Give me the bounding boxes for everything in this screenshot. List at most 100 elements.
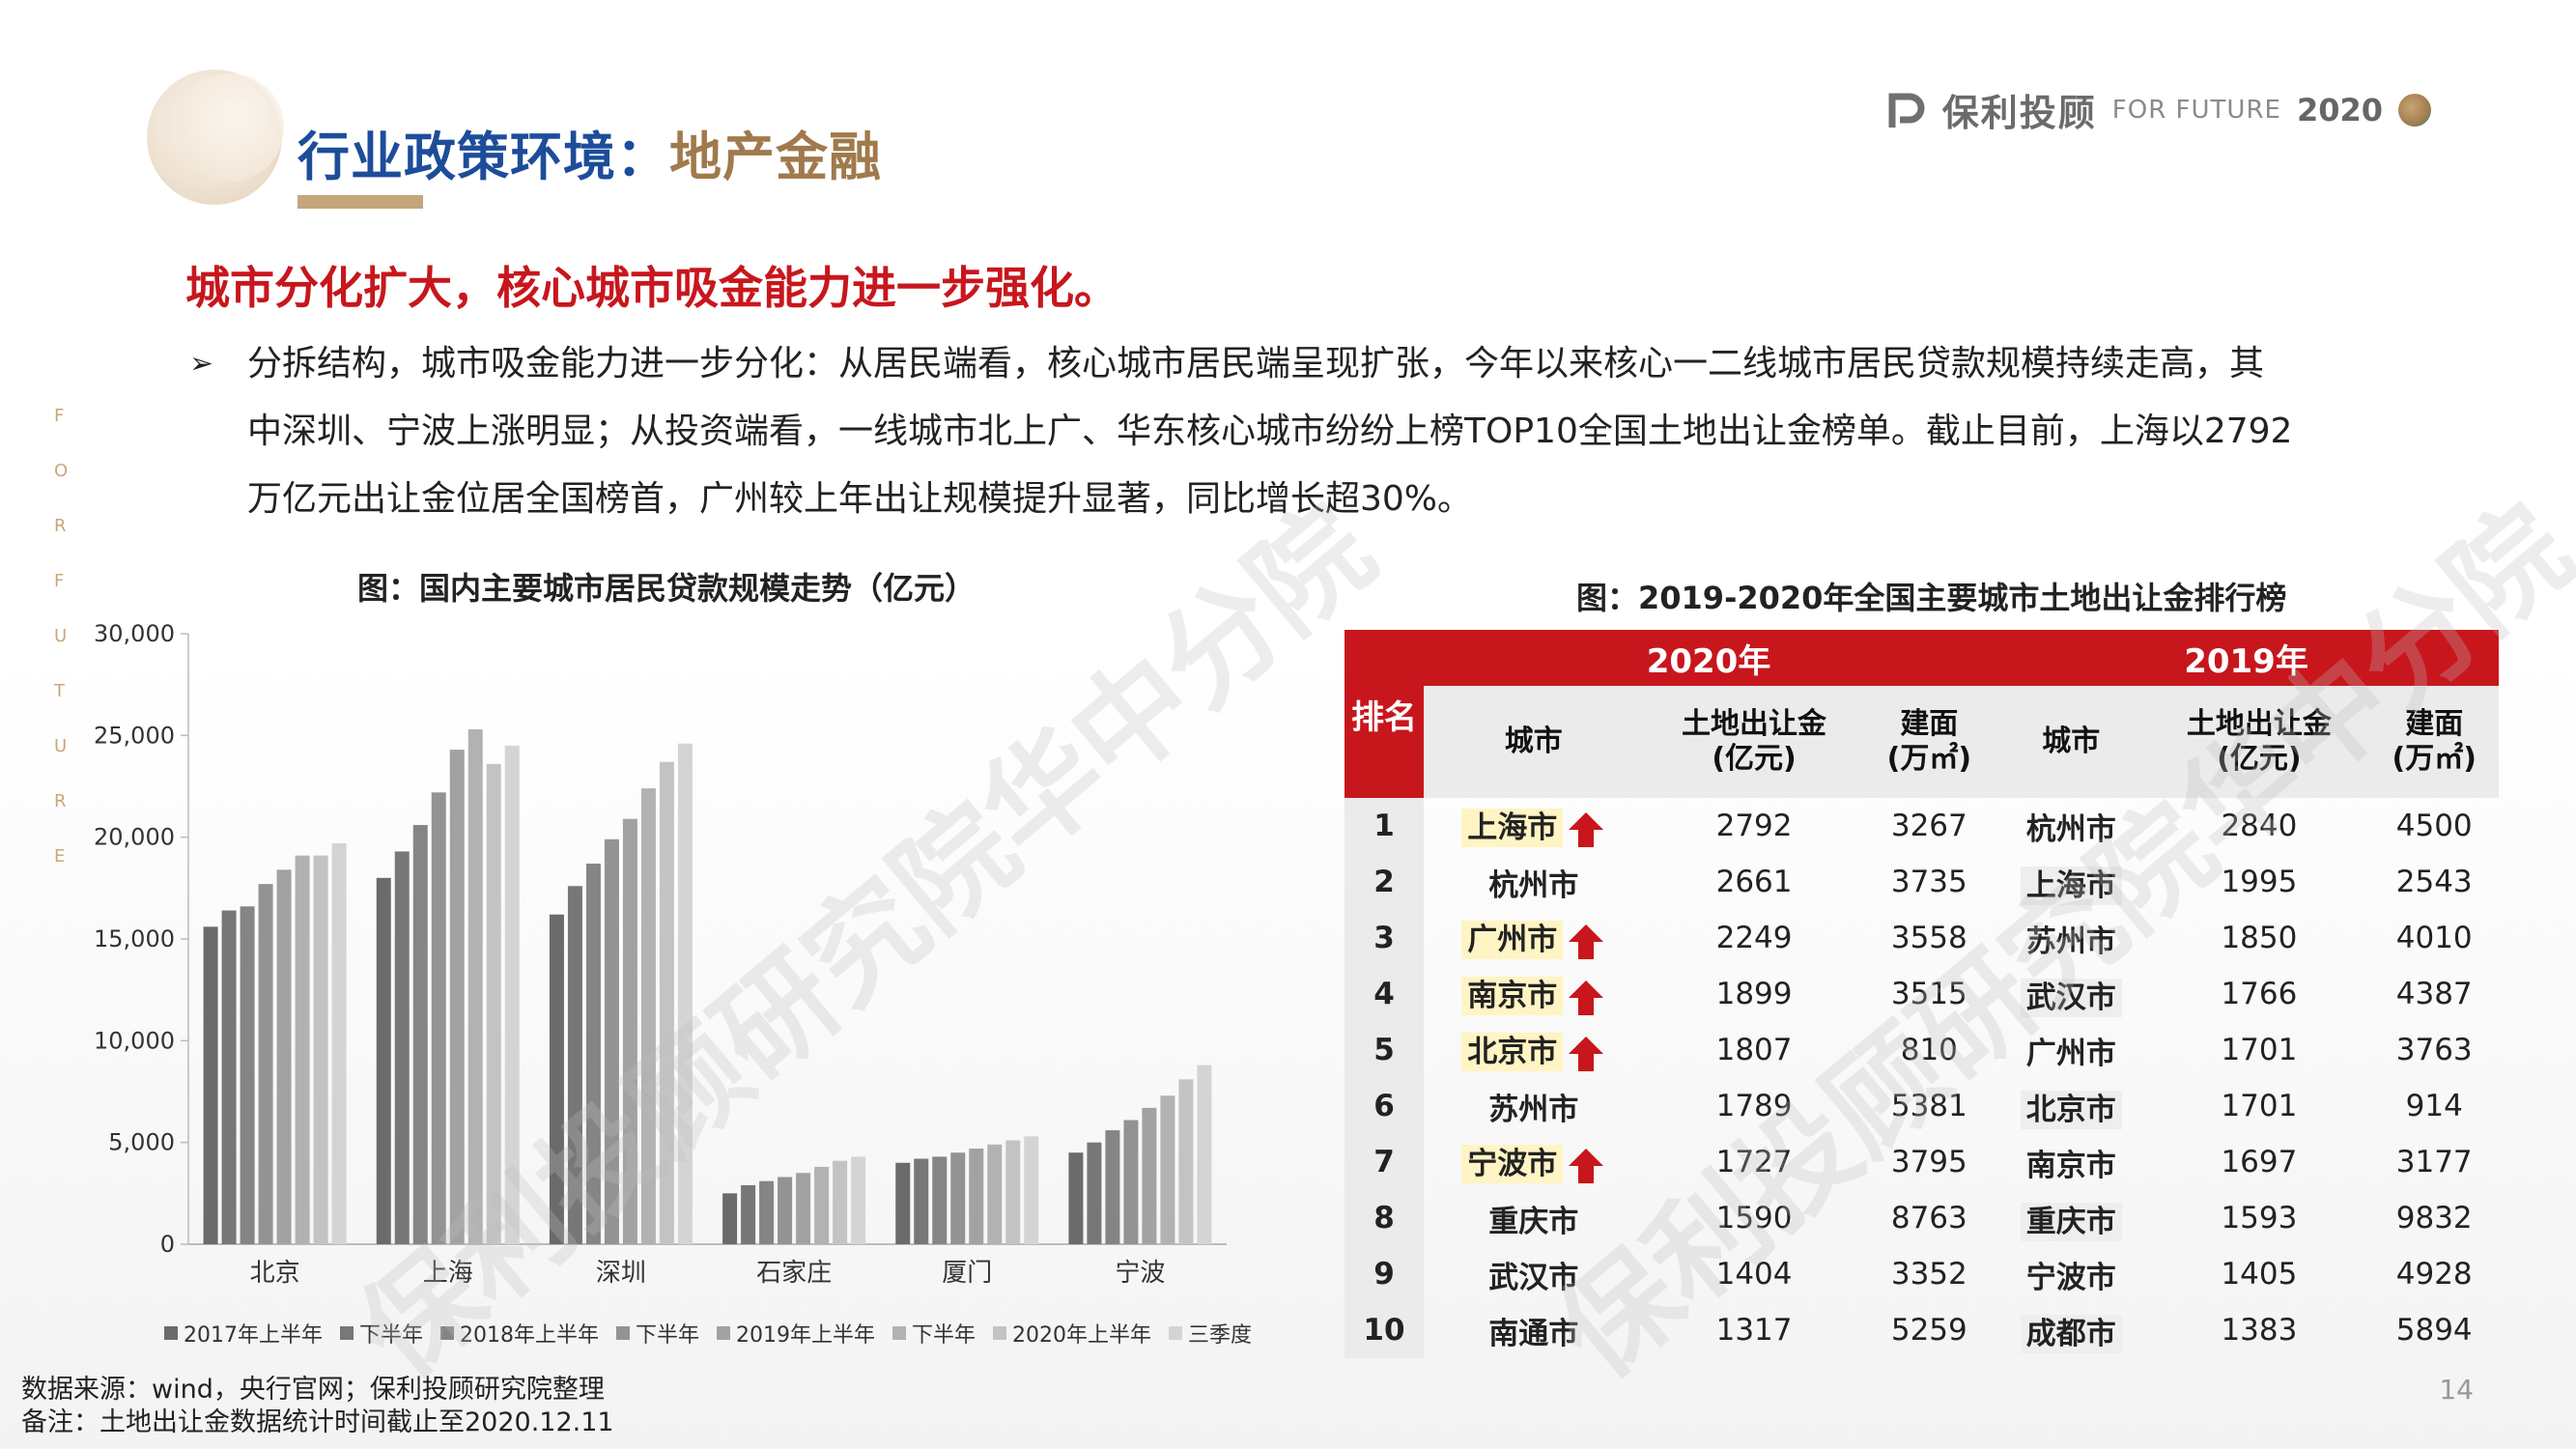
land-2020-cell: 1727 xyxy=(1715,1145,1793,1179)
bar-5-2 xyxy=(1105,1130,1120,1244)
legend-item: 下半年 xyxy=(616,1318,699,1349)
table-title: 图：2019-2020年全国主要城市土地出让金排行榜 xyxy=(1576,580,2287,616)
bar-4-0 xyxy=(895,1162,911,1244)
bar-3-7 xyxy=(851,1156,866,1244)
area-2019-cell: 2543 xyxy=(2395,865,2473,899)
city-2019-cell: 上海市 xyxy=(1994,854,2148,910)
bar-1-2 xyxy=(412,825,428,1244)
side-letters: F O R F U T U R E xyxy=(54,406,68,867)
area-2019-cell: 914 xyxy=(2405,1089,2463,1123)
y-tick-label: 30,000 xyxy=(94,620,175,647)
bar-0-2 xyxy=(240,906,255,1244)
bar-0-5 xyxy=(295,855,310,1244)
area-2019-cell: 4387 xyxy=(2395,977,2473,1011)
bar-3-5 xyxy=(814,1166,830,1244)
city-2020-cell: 苏州市 xyxy=(1424,1078,1644,1134)
city-2020-name: 北京市 xyxy=(1461,1033,1564,1072)
logo-brand-2: 投顾 xyxy=(2019,92,2097,134)
side-letter: O xyxy=(54,461,69,481)
bar-0-7 xyxy=(331,842,347,1244)
city-2020-name: 武汉市 xyxy=(1488,1260,1579,1295)
city-2019-name: 成都市 xyxy=(2020,1314,2122,1353)
bar-0-1 xyxy=(221,910,237,1244)
rank-cell: 2 xyxy=(1345,854,1424,910)
loan-chart-svg: 0 5,000 10,000 15,000 20,000 25,000 30,000 北京 上海… xyxy=(94,620,1227,1288)
bar-2-6 xyxy=(659,761,674,1244)
area-2019-cell: 4500 xyxy=(2395,809,2473,843)
area-2020-cell: 3735 xyxy=(1890,865,1967,899)
area-2020-cell: 3352 xyxy=(1890,1257,1967,1292)
bar-5-0 xyxy=(1068,1152,1084,1244)
bar-4-6 xyxy=(1005,1140,1021,1244)
land-2020-cell: 1590 xyxy=(1715,1201,1793,1236)
city-2019-cell: 成都市 xyxy=(1994,1302,2148,1358)
rank-cell: 5 xyxy=(1345,1022,1424,1078)
area-2020-cell: 5381 xyxy=(1890,1089,1967,1123)
area-2019-cell: 4010 xyxy=(2395,921,2473,955)
title-underline xyxy=(297,195,423,209)
city-2019-name: 苏州市 xyxy=(2025,923,2116,959)
city-2019-name: 宁波市 xyxy=(2025,1260,2116,1295)
up-arrow-icon xyxy=(1569,980,1604,1015)
bar-5-5 xyxy=(1160,1095,1175,1244)
city-2019-cell: 武汉市 xyxy=(1994,966,2148,1022)
legend-item: 2018年上半年 xyxy=(440,1318,599,1349)
col-area-2020: 建面 (万㎡) xyxy=(1864,686,1995,798)
land-2019-cell: 1593 xyxy=(2221,1201,2298,1236)
table-row: 10 南通市 1317 5259 成都市 1383 5894 xyxy=(1345,1302,2499,1358)
page-title: 行业政策环境：地产金融 xyxy=(297,114,882,190)
city-2020-cell: 宁波市 xyxy=(1424,1134,1644,1190)
bar-2-7 xyxy=(677,743,693,1244)
bar-0-0 xyxy=(203,926,218,1244)
up-arrow-icon xyxy=(1569,1148,1604,1183)
city-2020-name: 上海市 xyxy=(1461,809,1564,848)
area-2020-cell: 810 xyxy=(1900,1033,1958,1067)
page-title-part1: 行业政策环境： xyxy=(297,127,669,187)
footer: 数据来源：wind，央行官网；保利投顾研究院整理 备注：土地出让金数据统计时间截… xyxy=(21,1374,614,1439)
page-title-part2: 地产金融 xyxy=(669,127,882,187)
land-2020-cell: 2249 xyxy=(1715,921,1793,955)
city-2020-name: 南通市 xyxy=(1488,1316,1579,1351)
x-category-label: 深圳 xyxy=(596,1259,646,1288)
legend-label: 2018年上半年 xyxy=(460,1323,600,1348)
area-2019-cell: 9832 xyxy=(2395,1201,2473,1236)
city-2019-cell: 北京市 xyxy=(1994,1078,2148,1134)
y-tick-label: 10,000 xyxy=(94,1027,175,1054)
legend-swatch xyxy=(164,1326,178,1340)
land-2019-cell: 1766 xyxy=(2221,977,2298,1011)
legend-item: 下半年 xyxy=(340,1318,423,1349)
bullet-line-2: 中深圳、宁波上涨明显；从投资端看，一线城市北上广、华东核心城市纷纷上榜TOP10… xyxy=(247,412,2293,451)
bar-4-7 xyxy=(1024,1136,1039,1244)
city-2019-cell: 苏州市 xyxy=(1994,910,2148,966)
legend-item: 下半年 xyxy=(892,1318,976,1349)
city-2020-cell: 广州市 xyxy=(1424,910,1644,966)
bar-1-0 xyxy=(376,877,391,1244)
city-2020-cell: 南京市 xyxy=(1424,966,1644,1022)
city-2020-name: 苏州市 xyxy=(1488,1092,1579,1127)
bar-4-2 xyxy=(932,1156,948,1244)
city-2019-name: 上海市 xyxy=(2020,866,2122,905)
city-2020-cell: 杭州市 xyxy=(1424,854,1644,910)
col-land-2019-unit: (亿元) xyxy=(2217,742,2302,776)
bar-5-4 xyxy=(1142,1107,1157,1244)
rank-cell: 9 xyxy=(1345,1246,1424,1302)
page-number: 14 xyxy=(2439,1374,2474,1406)
bar-1-6 xyxy=(486,763,501,1244)
land-2019-cell: 1697 xyxy=(2221,1145,2298,1179)
bar-3-6 xyxy=(833,1160,848,1244)
bar-1-3 xyxy=(431,792,446,1244)
x-category-label: 宁波 xyxy=(1115,1259,1165,1288)
table-row: 6 苏州市 1789 5381 北京市 1701 914 xyxy=(1345,1078,2499,1134)
bar-3-3 xyxy=(778,1177,793,1244)
col-area-2019-label: 建面 xyxy=(2405,707,2464,741)
col-area-2019-unit: (万㎡) xyxy=(2392,742,2477,776)
rank-cell: 8 xyxy=(1345,1190,1424,1246)
year-2020-header: 2020年 xyxy=(1424,630,1995,686)
bar-4-5 xyxy=(987,1144,1003,1244)
bar-4-1 xyxy=(914,1158,929,1244)
city-2020-name: 重庆市 xyxy=(1488,1204,1579,1239)
data-note: 备注：土地出让金数据统计时间截止至2020.12.11 xyxy=(21,1407,614,1437)
decorative-circle-inner xyxy=(176,73,284,182)
land-2019-cell: 1383 xyxy=(2221,1313,2298,1348)
col-land-2020-label: 土地出让金 xyxy=(1682,707,1827,741)
